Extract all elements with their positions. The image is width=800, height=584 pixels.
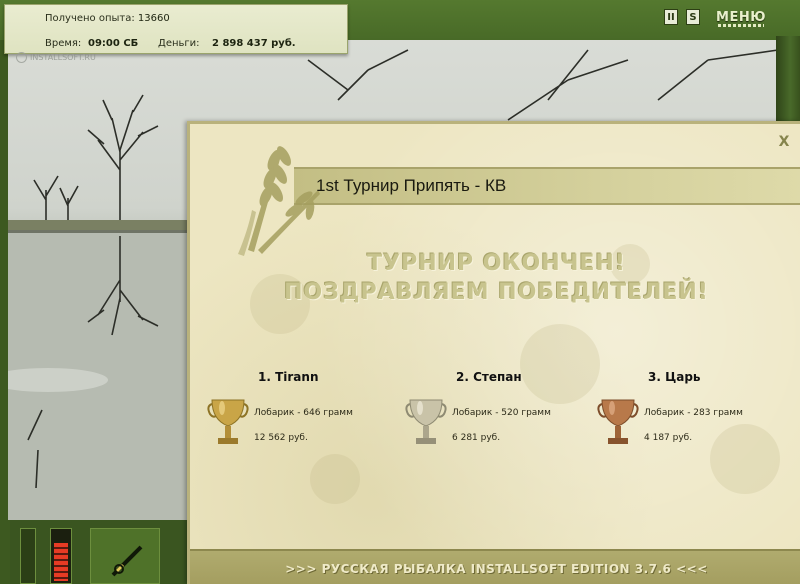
winner-name: 2. Степан bbox=[456, 370, 522, 384]
rod-slot[interactable] bbox=[90, 528, 160, 584]
wheat-logo-icon bbox=[238, 146, 320, 256]
winner-prize: 12 562 руб. bbox=[254, 433, 308, 443]
winner-catch: Лобарик - 646 грамм bbox=[254, 408, 353, 418]
bronze-cup-icon bbox=[597, 399, 639, 444]
winner-name: 1. Tirann bbox=[258, 370, 319, 384]
winner-name: 3. Царь bbox=[648, 370, 701, 384]
watermark: INSTALLSOFT.RU bbox=[16, 52, 96, 63]
tournament-results-dialog: X 1st Турнир Припять - КВ ТУРНИР ОКОНЧЕН… bbox=[187, 121, 800, 584]
stamina-meter bbox=[50, 528, 72, 584]
time-value: 09:00 СБ bbox=[88, 38, 139, 49]
experience-readout: Получено опыта: 13660 bbox=[45, 13, 170, 24]
congratulations-headline: ПОЗДРАВЛЯЕМ ПОБЕДИТЕЛЕЙ! bbox=[284, 280, 709, 305]
watermark-text: INSTALLSOFT.RU bbox=[30, 53, 96, 62]
speed-icon: S bbox=[689, 11, 697, 23]
fishing-rod-icon bbox=[111, 545, 143, 577]
experience-value: 13660 bbox=[137, 13, 170, 24]
dialog-title: 1st Турнир Припять - КВ bbox=[316, 176, 507, 195]
experience-label: Получено опыта: bbox=[45, 13, 135, 24]
time-label: Время: bbox=[45, 38, 82, 49]
winner-catch: Лобарик - 520 грамм bbox=[452, 408, 551, 418]
menu-button[interactable]: МЕНЮ bbox=[714, 6, 768, 28]
pause-button[interactable]: II bbox=[664, 9, 678, 25]
line-tension-meter bbox=[20, 528, 36, 584]
silver-cup-icon bbox=[405, 399, 447, 444]
dialog-footer: >>> РУССКАЯ РЫБАЛКА INSTALLSOFT EDITION … bbox=[190, 549, 800, 584]
player-status-panel: Получено опыта: 13660 Время: 09:00 СБ Де… bbox=[4, 4, 348, 54]
money-label: Деньги: bbox=[158, 38, 200, 49]
speed-button[interactable]: S bbox=[686, 9, 700, 25]
winner-prize: 4 187 руб. bbox=[644, 433, 693, 443]
watermark-logo-icon bbox=[16, 52, 27, 63]
winner-catch: Лобарик - 283 грамм bbox=[644, 408, 743, 418]
money-value: 2 898 437 руб. bbox=[212, 38, 296, 49]
pause-icon: II bbox=[667, 11, 675, 23]
winner-third-place: 3. Царь Лобарик - 283 грамм 4 187 руб. bbox=[596, 370, 766, 480]
gold-cup-icon bbox=[207, 399, 249, 444]
close-button[interactable]: X bbox=[776, 134, 792, 150]
winner-first-place: 1. Tirann Лобарик - 646 грамм 12 562 руб… bbox=[206, 370, 376, 480]
bottom-hud bbox=[10, 520, 190, 584]
winner-second-place: 2. Степан Лобарик - 520 грамм 6 281 руб. bbox=[404, 370, 574, 480]
stamina-meter-fill bbox=[54, 543, 68, 581]
tournament-finished-headline: ТУРНИР ОКОНЧЕН! bbox=[367, 251, 626, 276]
game-edition-label: >>> РУССКАЯ РЫБАЛКА INSTALLSOFT EDITION … bbox=[285, 562, 708, 576]
winner-prize: 6 281 руб. bbox=[452, 433, 501, 443]
